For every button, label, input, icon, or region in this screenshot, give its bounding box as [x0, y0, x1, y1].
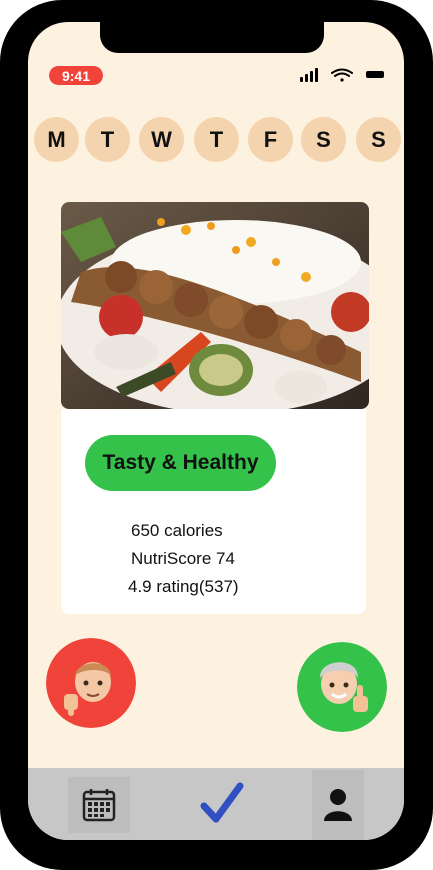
checkmark-icon — [200, 782, 244, 823]
tab-profile[interactable] — [312, 770, 364, 840]
day-thursday[interactable]: T — [194, 117, 239, 162]
signal-icon — [300, 68, 318, 82]
day-saturday[interactable]: S — [301, 117, 346, 162]
day-sunday[interactable]: S — [356, 117, 401, 162]
person-icon — [324, 789, 352, 821]
status-time: 9:41 — [49, 66, 103, 85]
rating-text: 4.9 rating(537) — [128, 577, 239, 596]
day-wednesday[interactable]: W — [139, 117, 184, 162]
meal-badge: Tasty & Healthy — [85, 435, 276, 491]
tab-check[interactable] — [192, 774, 250, 832]
nutriscore-text: NutriScore 74 — [131, 549, 235, 568]
dislike-button[interactable] — [46, 638, 136, 728]
battery-icon — [366, 71, 384, 78]
day-tuesday[interactable]: T — [85, 117, 130, 162]
day-friday[interactable]: F — [248, 117, 293, 162]
notch — [100, 22, 324, 53]
day-monday[interactable]: M — [34, 117, 79, 162]
like-button[interactable] — [297, 642, 387, 732]
tab-calendar[interactable] — [68, 777, 130, 833]
calendar-icon — [82, 789, 116, 822]
meal-photo — [61, 202, 369, 409]
calories-text: 650 calories — [131, 521, 223, 540]
status-icons — [300, 68, 384, 82]
wifi-icon — [331, 68, 353, 82]
